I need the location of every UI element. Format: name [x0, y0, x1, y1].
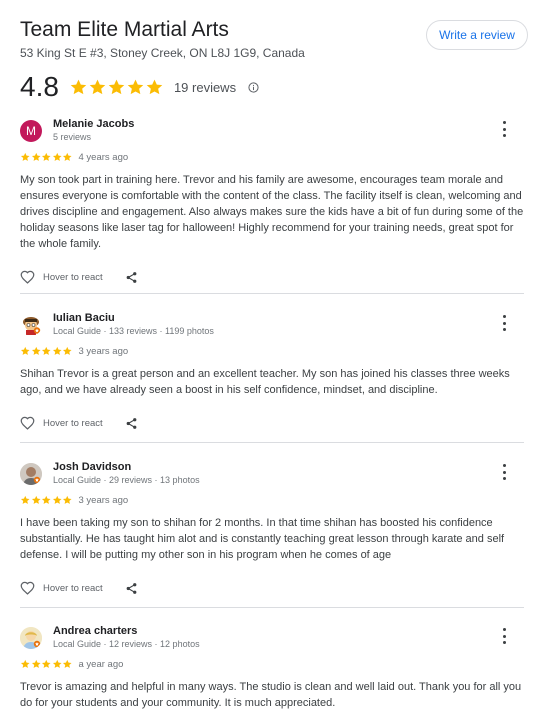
- heart-icon: [20, 270, 35, 284]
- profile-photo-icon[interactable]: [20, 463, 42, 485]
- star-icon: [52, 346, 62, 355]
- star-icon: [52, 152, 62, 161]
- star-icon: [31, 495, 41, 504]
- star-icon: [89, 79, 106, 94]
- review-author-meta: Local Guide · 133 reviews · 1199 photos: [53, 326, 214, 336]
- review-author-meta: Local Guide · 29 reviews · 13 photos: [53, 475, 200, 485]
- review-text: I have been taking my son to shihan for …: [20, 517, 505, 561]
- star-icon: [31, 152, 41, 161]
- star-icon: [20, 659, 30, 668]
- review-text: My son took part in training here. Trevo…: [20, 174, 524, 250]
- star-icon: [41, 495, 51, 504]
- review-card: Iulian Baciu Local Guide · 133 reviews ·…: [20, 312, 524, 433]
- review-stars: [20, 346, 73, 357]
- star-icon: [62, 495, 72, 504]
- review-text: Trevor is amazing and helpful in many wa…: [20, 681, 522, 709]
- review-author-meta: 5 reviews: [53, 132, 92, 142]
- rating-value: 4.8: [20, 71, 59, 102]
- star-icon: [20, 495, 30, 504]
- star-icon: [31, 659, 41, 668]
- more-options-icon[interactable]: [498, 628, 510, 644]
- review-count[interactable]: 19 reviews: [174, 80, 236, 95]
- share-icon[interactable]: [125, 417, 138, 430]
- star-icon: [52, 659, 62, 668]
- more-options-icon[interactable]: [498, 464, 510, 480]
- review-author[interactable]: Melanie Jacobs: [53, 118, 134, 131]
- star-icon: [70, 79, 87, 94]
- review-author-meta: Local Guide · 12 reviews · 12 photos: [53, 639, 200, 649]
- react-label: Hover to react: [43, 582, 103, 594]
- divider: [20, 442, 524, 443]
- review-stars: [20, 659, 73, 670]
- review-author[interactable]: Iulian Baciu: [53, 312, 214, 325]
- cartoon-avatar-icon[interactable]: [20, 314, 42, 336]
- star-icon: [41, 346, 51, 355]
- more-options-icon[interactable]: [498, 121, 510, 137]
- review-text: Shihan Trevor is a great person and an e…: [20, 368, 510, 396]
- review-stars: [20, 495, 73, 506]
- review-author[interactable]: Andrea charters: [53, 625, 200, 638]
- star-icon: [20, 152, 30, 161]
- profile-photo-icon[interactable]: [20, 627, 42, 649]
- write-review-button[interactable]: Write a review: [426, 20, 528, 50]
- business-header: Team Elite Martial Arts 53 King St E #3,…: [20, 18, 528, 60]
- rating-stars: [69, 78, 164, 97]
- react-label: Hover to react: [43, 417, 103, 429]
- share-icon[interactable]: [125, 582, 138, 595]
- info-icon[interactable]: [248, 81, 259, 93]
- review-time: 3 years ago: [78, 345, 129, 357]
- star-icon: [41, 152, 51, 161]
- star-icon: [62, 152, 72, 161]
- review-time: 4 years ago: [78, 151, 129, 163]
- star-icon: [127, 79, 144, 94]
- heart-icon: [20, 581, 35, 595]
- star-icon: [62, 659, 72, 668]
- divider: [20, 293, 524, 294]
- star-icon: [146, 79, 163, 94]
- review-stars: [20, 152, 73, 163]
- star-icon: [20, 346, 30, 355]
- review-card: M Melanie Jacobs 5 reviews 4 years ago M…: [20, 118, 524, 287]
- review-time: a year ago: [78, 658, 124, 670]
- react-button[interactable]: Hover to react: [20, 270, 103, 284]
- star-icon: [62, 346, 72, 355]
- star-icon: [108, 79, 125, 94]
- share-icon[interactable]: [125, 271, 138, 284]
- react-label: Hover to react: [43, 271, 103, 283]
- star-icon: [52, 495, 62, 504]
- review-time: 3 years ago: [78, 494, 129, 506]
- rating-summary: 4.8 19 reviews: [20, 72, 259, 102]
- more-options-icon[interactable]: [498, 315, 510, 331]
- review-author[interactable]: Josh Davidson: [53, 461, 200, 474]
- divider: [20, 607, 524, 608]
- heart-icon: [20, 416, 35, 430]
- star-icon: [41, 659, 51, 668]
- avatar[interactable]: M: [20, 120, 42, 142]
- review-card: Josh Davidson Local Guide · 29 reviews ·…: [20, 461, 524, 598]
- react-button[interactable]: Hover to react: [20, 581, 103, 595]
- review-card: Andrea charters Local Guide · 12 reviews…: [20, 625, 524, 711]
- star-icon: [31, 346, 41, 355]
- react-button[interactable]: Hover to react: [20, 416, 103, 430]
